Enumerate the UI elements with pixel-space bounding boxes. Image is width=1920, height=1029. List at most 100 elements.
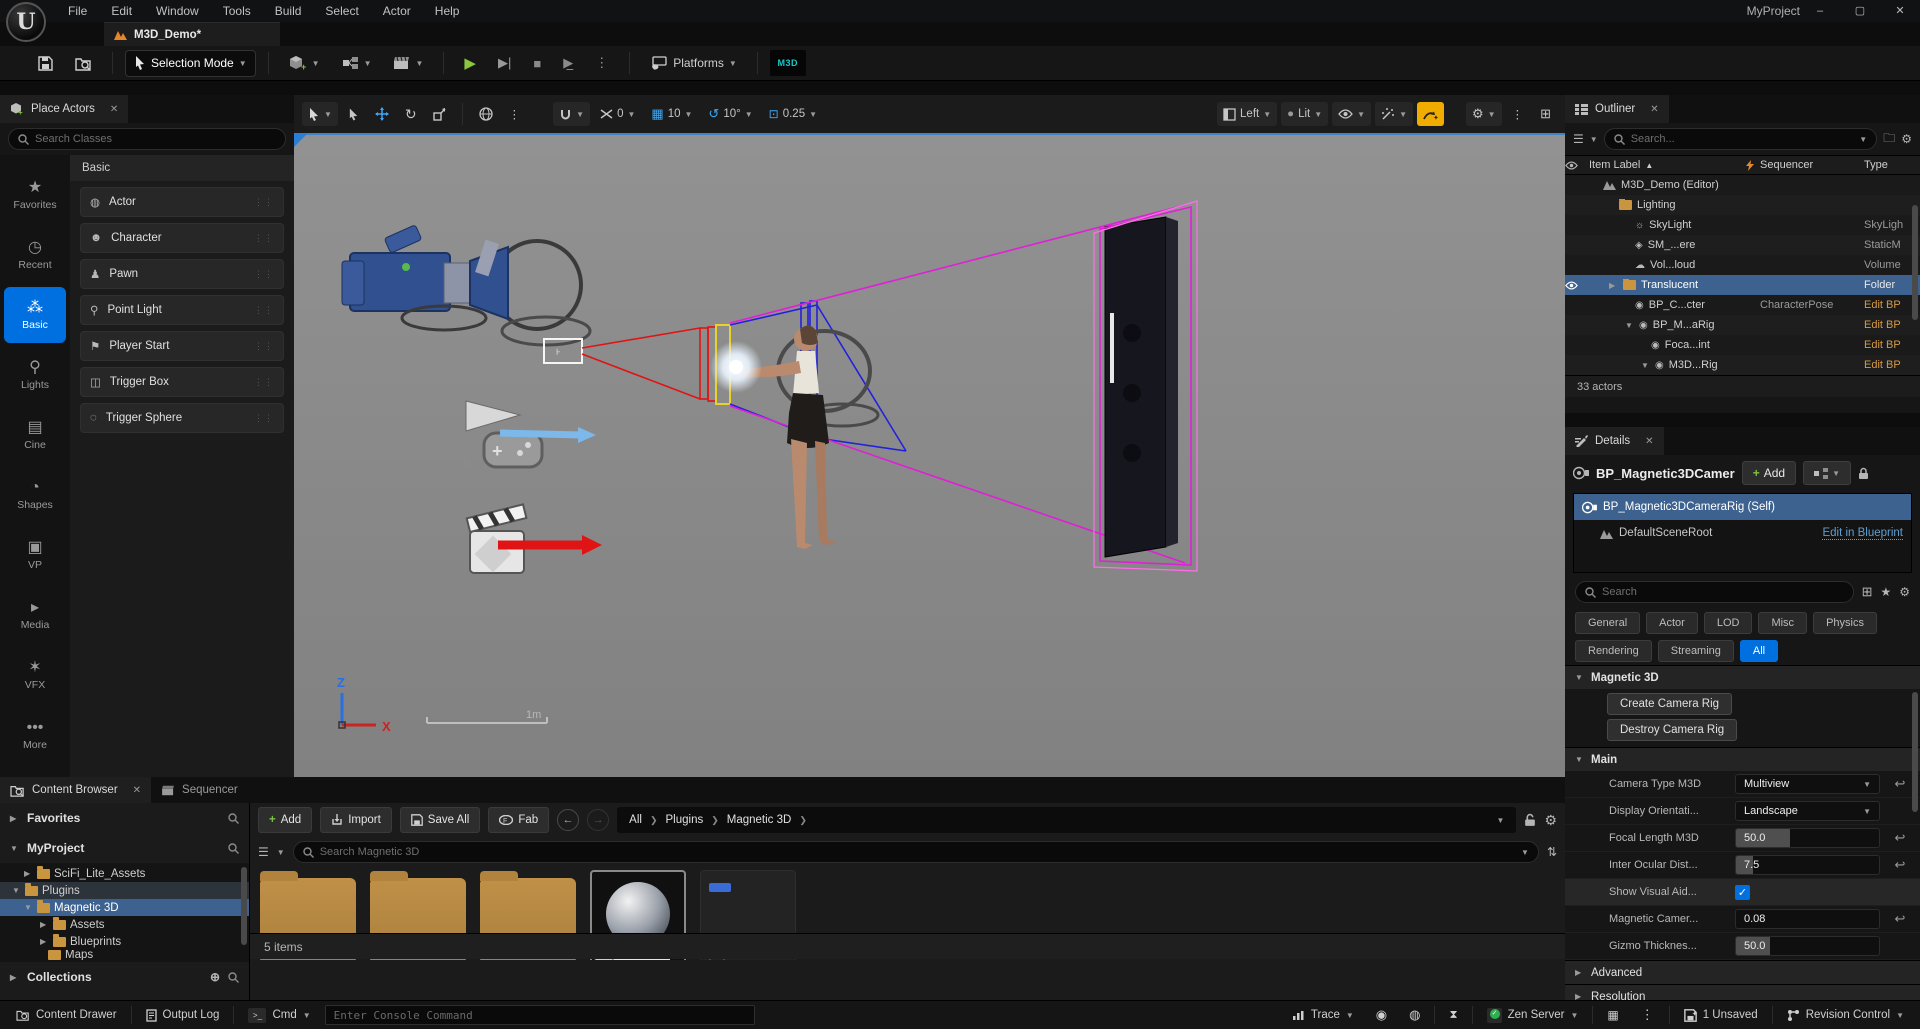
filter-general[interactable]: General bbox=[1575, 612, 1640, 634]
details-settings-gear-icon[interactable]: ⚙ bbox=[1899, 585, 1910, 599]
visibility-eye-icon[interactable] bbox=[1565, 281, 1589, 290]
content-drawer-button[interactable]: Content Drawer bbox=[8, 1004, 125, 1027]
filter-streaming[interactable]: Streaming bbox=[1658, 640, 1734, 662]
nav-back-button[interactable]: ← bbox=[557, 809, 579, 831]
menu-file[interactable]: File bbox=[56, 0, 99, 22]
unlock-icon[interactable] bbox=[1524, 813, 1536, 827]
close-icon[interactable]: ✕ bbox=[1650, 104, 1658, 115]
background-tasks-icon[interactable]: ⧗ bbox=[1441, 1004, 1465, 1027]
create-camera-rig-button[interactable]: Create Camera Rig bbox=[1607, 693, 1732, 715]
filter-all[interactable]: All bbox=[1740, 640, 1778, 662]
blueprint-dropdown[interactable]: ▼ bbox=[334, 50, 380, 76]
close-icon[interactable]: ✕ bbox=[133, 785, 141, 796]
display-options-icon[interactable]: ⊞ bbox=[1862, 584, 1873, 600]
rail-lights[interactable]: ⚲ Lights bbox=[4, 347, 66, 403]
content-search-input[interactable]: Search Magnetic 3D ▼ bbox=[293, 841, 1539, 863]
derived-data-icon[interactable]: ▦ bbox=[1599, 1004, 1626, 1027]
status-options-menu[interactable]: ⋮ bbox=[1633, 1004, 1663, 1027]
select-tool[interactable] bbox=[342, 102, 365, 126]
viewport-select-mode-dropdown[interactable]: ▼ bbox=[302, 102, 338, 126]
viewport-settings-dropdown[interactable]: ⚙ ▼ bbox=[1466, 102, 1502, 126]
place-actors-search-input[interactable]: Search Classes bbox=[8, 128, 286, 150]
tree-plugins[interactable]: ▼ Plugins bbox=[0, 882, 249, 899]
outliner-row-staticmesh[interactable]: ◈ SM_...ere StaticM bbox=[1565, 235, 1920, 255]
level-tab[interactable]: M3D_Demo* bbox=[104, 22, 280, 46]
place-actor-item-player-start[interactable]: ⚑ Player Start⋮⋮ bbox=[80, 331, 284, 361]
cmd-dropdown[interactable]: >_ Cmd▼ bbox=[240, 1004, 318, 1027]
place-actor-item-actor[interactable]: ◍ Actor⋮⋮ bbox=[80, 187, 284, 217]
tree-scrollbar[interactable] bbox=[241, 867, 247, 945]
menu-tools[interactable]: Tools bbox=[211, 0, 263, 22]
launch-button[interactable]: ▶̲ bbox=[555, 50, 581, 76]
menu-actor[interactable]: Actor bbox=[371, 0, 423, 22]
focal-length-input[interactable]: 50.0 bbox=[1735, 828, 1880, 848]
breadcrumb-all[interactable]: All bbox=[629, 814, 642, 826]
outliner-row-focalpoint[interactable]: ◉ Foca...int Edit BP bbox=[1565, 335, 1920, 355]
profiler-button[interactable]: ◍ bbox=[1401, 1004, 1428, 1027]
rotate-tool[interactable]: ↻ bbox=[399, 102, 423, 126]
show-flags-dropdown[interactable]: ▼ bbox=[1332, 102, 1371, 126]
platforms-dropdown[interactable]: Platforms ▼ bbox=[642, 50, 745, 76]
frame-skip-button[interactable]: ▶| bbox=[490, 50, 519, 76]
console-command-input[interactable]: Enter Console Command bbox=[325, 1005, 755, 1025]
place-actors-tab[interactable]: + Place Actors ✕ bbox=[0, 95, 128, 123]
display-orientation-dropdown[interactable]: Landscape▼ bbox=[1735, 801, 1880, 821]
nav-forward-button[interactable]: → bbox=[587, 809, 609, 831]
trace-dropdown[interactable]: Trace▼ bbox=[1284, 1004, 1362, 1027]
perspective-dropdown[interactable]: Left ▼ bbox=[1217, 102, 1277, 126]
close-icon[interactable]: ✕ bbox=[1645, 436, 1653, 447]
rail-basic[interactable]: ⁂ Basic bbox=[4, 287, 66, 343]
section-magnetic3d[interactable]: ▼Magnetic 3D bbox=[1565, 665, 1920, 689]
gear-icon[interactable]: ⚙ bbox=[1901, 132, 1912, 146]
edit-bp-link[interactable]: Edit BP bbox=[1864, 339, 1901, 351]
lock-icon[interactable] bbox=[1858, 467, 1869, 480]
collections-section[interactable]: ▶Collections ⊕ bbox=[0, 962, 249, 992]
edit-bp-link[interactable]: Edit BP bbox=[1864, 299, 1901, 311]
menu-select[interactable]: Select bbox=[313, 0, 370, 22]
save-all-button[interactable]: Save All bbox=[400, 807, 481, 833]
outliner-row-bp-character[interactable]: ◉ BP_C...cter CharacterPose Edit BP bbox=[1565, 295, 1920, 315]
fab-button[interactable]: F Fab bbox=[488, 807, 549, 833]
reset-icon[interactable]: ↩ bbox=[1880, 830, 1920, 846]
collapse-caret[interactable]: ▼ bbox=[1625, 321, 1634, 330]
viewport-options-menu[interactable]: ⋮ bbox=[1506, 102, 1531, 126]
grid-snap-dropdown[interactable]: ▦ 10 ▼ bbox=[645, 102, 698, 126]
add-actor-dropdown[interactable]: + ▼ bbox=[281, 50, 328, 76]
favorites-star-icon[interactable]: ★ bbox=[1880, 585, 1891, 599]
filter-physics[interactable]: Physics bbox=[1813, 612, 1877, 634]
details-scrollbar[interactable] bbox=[1912, 692, 1918, 812]
edit-bp-link[interactable]: Edit BP bbox=[1864, 319, 1901, 331]
reset-icon[interactable]: ↩ bbox=[1880, 857, 1920, 873]
close-button[interactable]: ✕ bbox=[1880, 0, 1920, 22]
transform-options-menu[interactable]: ⋮ bbox=[503, 102, 528, 126]
filter-rendering[interactable]: Rendering bbox=[1575, 640, 1652, 662]
tree-blueprints[interactable]: ▶ Blueprints bbox=[0, 933, 249, 950]
world-coord-toggle[interactable] bbox=[473, 102, 499, 126]
outliner-row-lighting[interactable]: Lighting bbox=[1565, 195, 1920, 215]
collapse-caret[interactable]: ▼ bbox=[1641, 361, 1650, 370]
outliner-scrollbar[interactable] bbox=[1912, 205, 1918, 320]
import-button[interactable]: Import bbox=[320, 807, 392, 833]
show-visual-aid-checkbox[interactable]: ✓ bbox=[1735, 885, 1750, 900]
add-collection-icon[interactable]: ⊕ bbox=[210, 970, 220, 984]
blueprint-actions-dropdown[interactable]: ▼ bbox=[1803, 461, 1851, 485]
edit-bp-link[interactable]: Edit BP bbox=[1864, 359, 1901, 371]
tree-maps[interactable]: Maps bbox=[0, 950, 249, 960]
place-actor-item-trigger-sphere[interactable]: ◌ Trigger Sphere⋮⋮ bbox=[80, 403, 284, 433]
stop-button[interactable]: ■ bbox=[525, 50, 549, 76]
details-search-input[interactable]: Search bbox=[1575, 581, 1854, 603]
section-main[interactable]: ▼Main bbox=[1565, 747, 1920, 771]
view-mode-dropdown[interactable]: ● Lit ▼ bbox=[1281, 102, 1328, 126]
viewport-3d-scene[interactable]: ⊦ bbox=[294, 133, 1565, 777]
filter-icon[interactable]: ☰ bbox=[258, 845, 269, 859]
section-advanced[interactable]: ▶Advanced bbox=[1565, 960, 1920, 984]
outliner-column-headers[interactable]: Item Label ▲ Sequencer Type bbox=[1565, 155, 1920, 175]
maximize-button[interactable]: ▢ bbox=[1840, 0, 1880, 22]
scale-snap-dropdown[interactable]: ⊡ 0.25 ▼ bbox=[763, 102, 823, 126]
menu-edit[interactable]: Edit bbox=[99, 0, 144, 22]
menu-window[interactable]: Window bbox=[144, 0, 211, 22]
viewport-layout-button[interactable]: ⊞ bbox=[1534, 102, 1557, 126]
rail-shapes[interactable]: ◔ Shapes bbox=[4, 467, 66, 523]
move-tool[interactable] bbox=[369, 102, 395, 126]
rail-cine[interactable]: ▤ Cine bbox=[4, 407, 66, 463]
